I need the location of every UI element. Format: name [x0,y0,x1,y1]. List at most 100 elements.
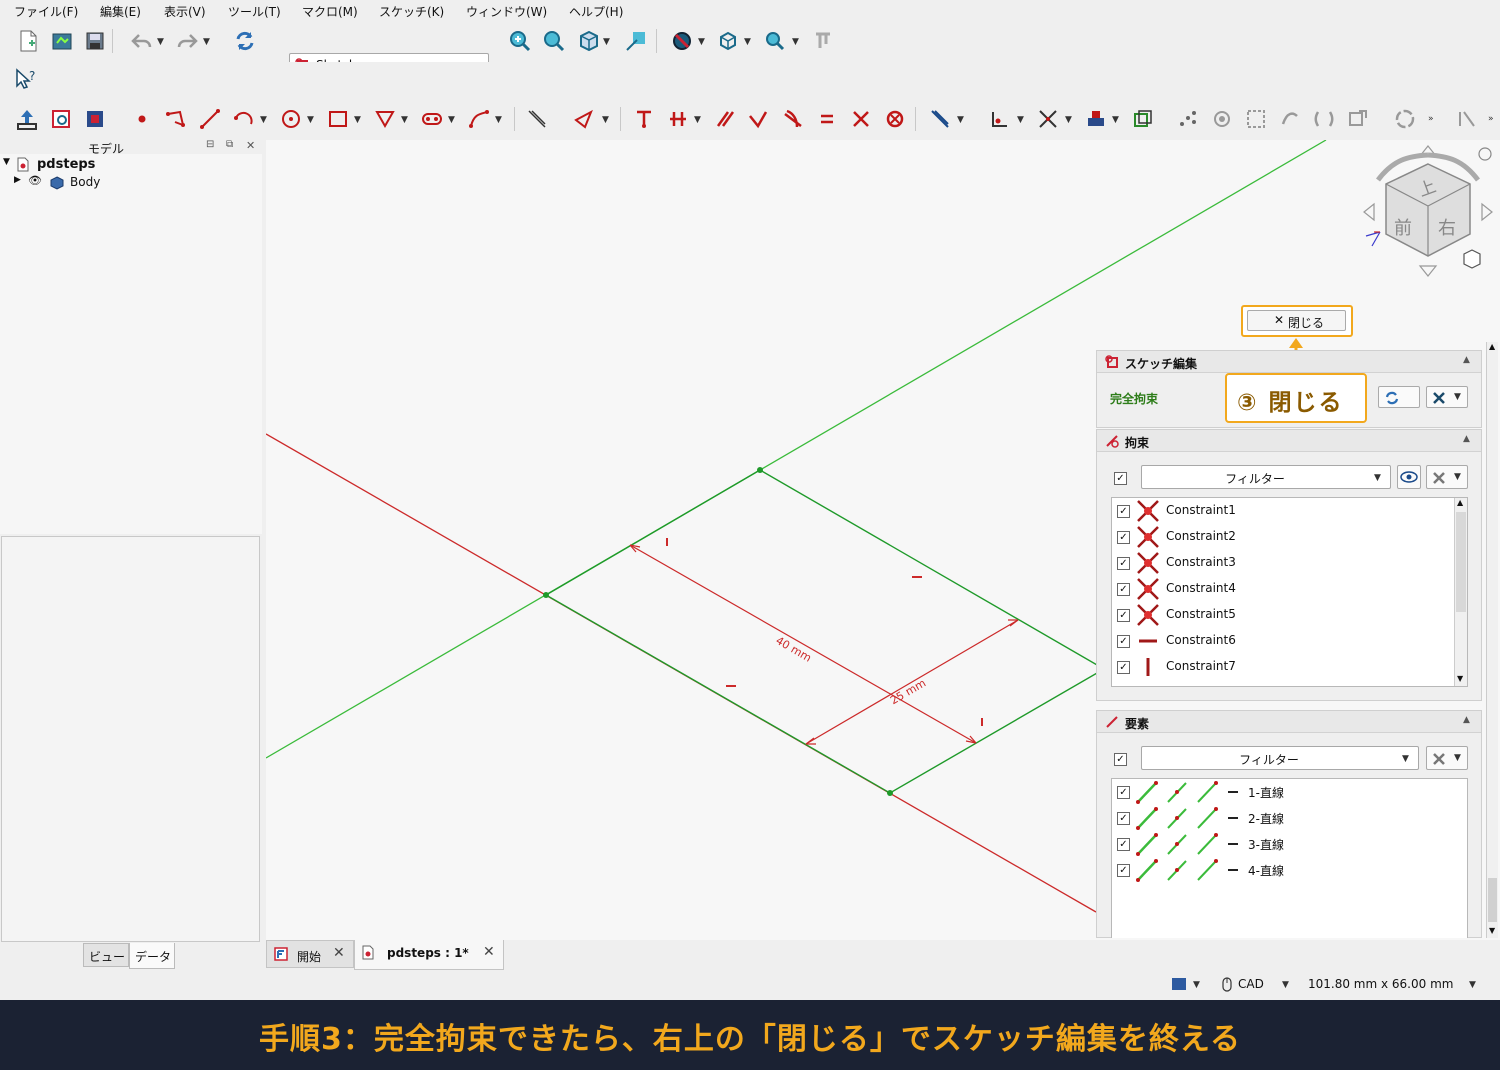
list-item[interactable]: ✓ Constraint4 [1112,576,1452,602]
tab-pdsteps[interactable]: pdsteps : 1* ✕ [354,940,504,970]
select-dropdown-icon[interactable]: ▼ [1017,115,1024,125]
create-point-icon[interactable] [130,107,154,131]
collapse-panel-icon[interactable]: ▲ [1463,355,1470,365]
create-polygon-icon[interactable] [373,107,397,131]
scroll-thumb[interactable] [1488,878,1497,922]
list-item[interactable]: ✓ Constraint3 [1112,550,1452,576]
external-geometry-icon[interactable] [525,107,549,131]
bspline-comb-icon[interactable] [1176,107,1200,131]
elements-filter-select[interactable]: フィルター ▼ [1141,746,1419,770]
open-document-icon[interactable] [50,29,74,53]
constraints-filter-select[interactable]: フィルター ▼ [1141,465,1391,489]
elements-list[interactable]: ✓ 1-直線 ✓ 2-直線 ✓ 3-直線 ✓ 4-直線 [1111,778,1468,938]
create-slot-icon[interactable] [420,107,444,131]
elements-header[interactable]: 要素 ▲ [1097,711,1481,733]
undo-dropdown-icon[interactable]: ▼ [157,37,164,47]
list-item[interactable]: ✓ 4-直線 [1112,857,1452,883]
collapse-arrow-icon[interactable]: ▼ [3,157,10,167]
scroll-down-icon[interactable]: ▼ [1489,926,1495,935]
draw-style-status-dropdown-icon[interactable]: ▼ [1193,980,1200,990]
leave-sketch-icon[interactable] [15,107,39,131]
element-checkbox[interactable]: ✓ [1117,812,1130,825]
constraint-visibility-checkbox[interactable]: ✓ [1117,635,1130,648]
toggle-driving-icon[interactable] [928,107,952,131]
constraints-select-all-checkbox[interactable]: ✓ [1114,472,1127,485]
recompute-button[interactable] [1378,386,1420,408]
polygon-dropdown-icon[interactable]: ▼ [401,115,408,125]
elements-select-all-checkbox[interactable]: ✓ [1114,753,1127,766]
rotate-icon[interactable] [1393,107,1417,131]
constraints-scrollbar[interactable]: ▲ ▼ [1454,498,1467,686]
view-dropdown-icon[interactable]: ▼ [603,37,610,47]
list-item[interactable]: ✓ 3-直線 [1112,831,1452,857]
constraint-visibility-checkbox[interactable]: ✓ [1117,531,1130,544]
copy-geometry-icon[interactable] [1084,107,1108,131]
constraints-list[interactable]: ✓ Constraint1 ✓ Constraint2 ✓ Constraint… [1111,497,1468,687]
list-item[interactable]: ✓ Constraint7 [1112,654,1452,680]
navigation-style[interactable]: CAD [1238,977,1264,991]
panel-float-icon[interactable]: ⊟ [206,139,214,150]
scroll-up-icon[interactable]: ▲ [1489,342,1495,351]
constraint-visibility-checkbox[interactable]: ✓ [1117,557,1130,570]
elements-settings-button[interactable]: ▼ [1426,746,1468,770]
bspline-insert-icon[interactable] [1346,107,1370,131]
create-line-icon[interactable] [198,107,222,131]
navigation-style-dropdown-icon[interactable]: ▼ [1282,980,1289,990]
refresh-icon[interactable] [233,29,257,53]
element-checkbox[interactable]: ✓ [1117,786,1130,799]
draw-style-icon[interactable] [670,29,694,53]
constrain-parallel-icon[interactable] [713,107,737,131]
bspline-convert-icon[interactable] [1278,107,1302,131]
constraints-header[interactable]: 拘束 ▲ [1097,430,1481,452]
menu-macro[interactable]: マクロ(M) [302,3,358,20]
view-axonometric-icon[interactable] [577,29,601,53]
measure-distance-icon[interactable] [624,29,648,53]
list-item[interactable]: ✓ Constraint5 [1112,602,1452,628]
more-tools-icon-2[interactable]: » [1488,114,1494,124]
offset-icon[interactable] [1131,107,1155,131]
select-origin-icon[interactable] [988,107,1012,131]
visibility-eye-icon[interactable]: 👁 [28,174,42,187]
navcube-right-face[interactable]: 右 [1438,214,1456,240]
draw-style-dropdown-icon[interactable]: ▼ [698,37,705,47]
view-section-icon[interactable] [83,107,107,131]
rectangle-dropdown-icon[interactable]: ▼ [354,115,361,125]
redo-icon[interactable] [175,29,199,53]
slot-dropdown-icon[interactable]: ▼ [448,115,455,125]
constrain-equal-icon[interactable] [815,107,839,131]
close-tab-icon[interactable]: ✕ [483,944,495,960]
tree-item-pdsteps[interactable]: ▼ pdsteps [0,156,262,174]
menu-file[interactable]: ファイル(F) [14,3,78,20]
redo-dropdown-icon[interactable]: ▼ [203,37,210,47]
copy-dropdown-icon[interactable]: ▼ [1112,115,1119,125]
fit-selection-icon[interactable] [542,29,566,53]
tab-view[interactable]: ビュー [83,943,129,967]
navcube-front-face[interactable]: 前 [1394,214,1412,240]
navigation-cube[interactable]: 上 前 右 [1358,144,1498,280]
create-rectangle-icon[interactable] [326,107,350,131]
list-item[interactable]: ✓ 1-直線 [1112,779,1452,805]
scroll-thumb[interactable] [1456,512,1466,612]
draw-style-status-icon[interactable] [1172,978,1186,990]
constrain-block-icon[interactable] [883,107,907,131]
create-circle-icon[interactable] [279,107,303,131]
constrain-tangent-icon[interactable] [781,107,805,131]
close-button[interactable]: ✕ 閉じる [1247,310,1346,331]
measure-tool-icon[interactable] [811,29,835,53]
toggle-dropdown-icon[interactable]: ▼ [957,115,964,125]
construction-dropdown-icon[interactable]: ▼ [602,115,609,125]
constraint-visibility-checkbox[interactable]: ✓ [1117,505,1130,518]
constraint-visibility-checkbox[interactable]: ✓ [1117,609,1130,622]
collapse-panel-icon[interactable]: ▲ [1463,434,1470,444]
settings-button[interactable]: ▼ [1426,386,1468,408]
list-item[interactable]: ✓ Constraint1 [1112,498,1452,524]
sketch-overflow-icon[interactable] [1455,107,1479,131]
whats-this-icon[interactable]: ? [14,67,38,91]
menu-sketch[interactable]: スケッチ(K) [379,3,444,20]
element-checkbox[interactable]: ✓ [1117,838,1130,851]
tab-start[interactable]: 開始 ✕ [266,940,354,968]
element-checkbox[interactable]: ✓ [1117,864,1130,877]
close-tab-icon[interactable]: ✕ [333,945,345,961]
scroll-down-icon[interactable]: ▼ [1457,674,1463,683]
panel-restore-icon[interactable]: ⧉ [226,139,233,150]
